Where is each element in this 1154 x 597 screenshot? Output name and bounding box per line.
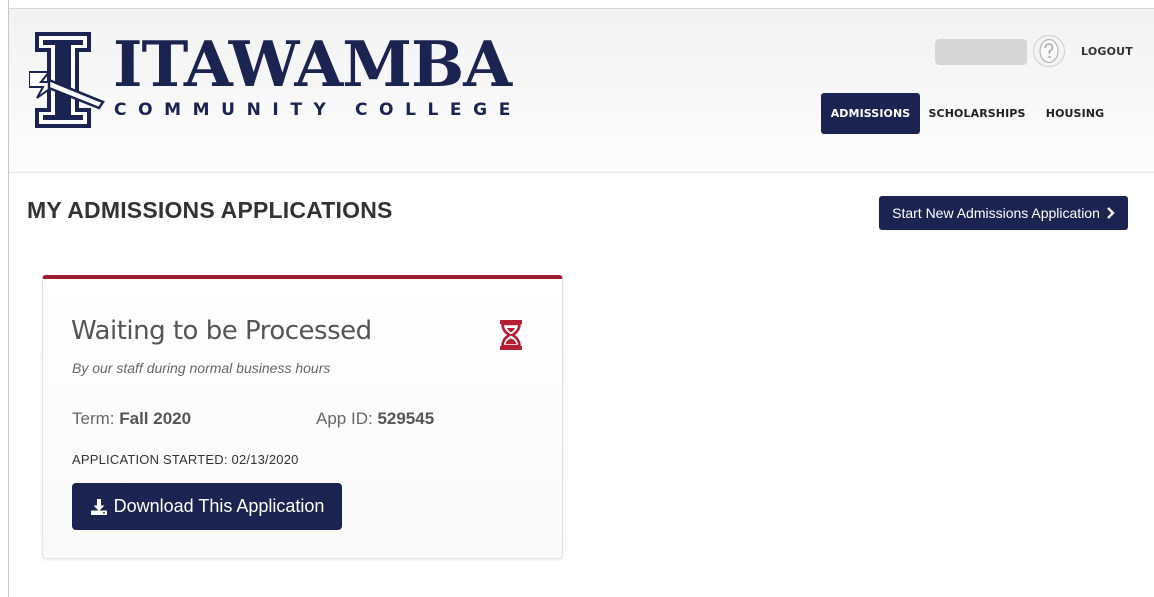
download-icon (90, 498, 107, 515)
hourglass-icon (500, 320, 522, 350)
nav-scholarships[interactable]: SCHOLARSHIPS (927, 93, 1027, 134)
download-button-label: Download This Application (113, 496, 325, 516)
site-header: ITAWAMBA COMMUNITY COLLEGE LOGOUT ADMISS… (9, 9, 1154, 173)
status-icon-wrap (491, 315, 531, 355)
nav-housing[interactable]: HOUSING (1037, 93, 1113, 134)
term-label: Term: (72, 409, 115, 428)
brand-name: ITAWAMBA (113, 27, 512, 101)
app-id-value: 529545 (377, 409, 435, 428)
download-application-button[interactable]: Download This Application (72, 483, 342, 530)
start-new-application-button[interactable]: Start New Admissions Application (879, 196, 1128, 230)
avatar[interactable] (1033, 35, 1065, 67)
app-id-info: App ID: 529545 (316, 409, 434, 429)
term-info: Term: Fall 2020 (72, 409, 191, 429)
start-button-label: Start New Admissions Application (892, 205, 1100, 221)
chevron-right-icon (1107, 207, 1115, 219)
application-card: Waiting to be Processed By our staff dur… (42, 275, 563, 559)
app-id-label: App ID: (316, 409, 373, 428)
application-started-date: APPLICATION STARTED: 02/13/2020 (72, 452, 299, 467)
logout-link[interactable]: LOGOUT (1081, 45, 1133, 58)
user-name-redacted (935, 39, 1027, 65)
lightning-i-icon[interactable] (29, 32, 107, 128)
application-status-detail: By our staff during normal business hour… (72, 360, 331, 376)
term-value: Fall 2020 (119, 409, 192, 428)
page-title: MY ADMISSIONS APPLICATIONS (27, 197, 393, 223)
brand-subtitle: COMMUNITY COLLEGE (114, 100, 522, 120)
nav-admissions[interactable]: ADMISSIONS (821, 93, 920, 134)
question-avatar-icon (1039, 38, 1059, 64)
application-status: Waiting to be Processed (71, 316, 372, 346)
